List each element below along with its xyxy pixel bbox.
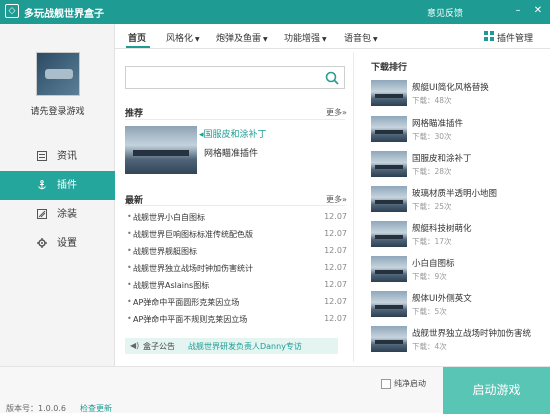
recommend-item[interactable]: 网格瞄准插件 [204, 146, 258, 159]
speaker-icon: ◀) [130, 341, 140, 350]
plugin-thumbnail[interactable] [371, 291, 407, 317]
plugin-thumbnail[interactable] [371, 326, 407, 352]
grid-icon [484, 31, 494, 41]
sidebar-item-label: 插件 [57, 180, 77, 191]
download-item[interactable]: 舰艇科技树萌化 下载：17次 [371, 221, 541, 257]
plugin-thumbnail[interactable] [371, 80, 407, 106]
sidebar-item-label: 涂装 [57, 209, 77, 220]
download-item[interactable]: 玻璃材质半透明小地图 下载：25次 [371, 186, 541, 222]
title-bar: ◇ 多玩战舰世界盒子 意见反馈 – ✕ [0, 0, 550, 24]
column-divider [353, 52, 354, 362]
recommend-item[interactable]: ◂国服皮和涂补丁 [199, 127, 267, 140]
gear-icon [37, 238, 47, 248]
download-ranking-title: 下载排行 [371, 63, 408, 73]
tab-voice-packs[interactable]: 语音包 ▼ [344, 31, 378, 44]
sidebar: 请先登录游戏 资讯 插件 涂装 设置 [0, 24, 115, 366]
download-item[interactable]: 网格瞄准插件 下载：30次 [371, 116, 541, 152]
bottom-bar: 版本号：1.0.0.6 检查更新 纯净启动 启动游戏 [0, 366, 550, 414]
app-title: 多玩战舰世界盒子 [24, 9, 104, 20]
list-item[interactable]: • 战舰世界独立战场时钟加伤害统计 12.07 [125, 261, 347, 277]
sidebar-item-label: 设置 [57, 238, 77, 249]
recommend-thumbnail[interactable] [125, 126, 197, 174]
login-prompt[interactable]: 请先登录游戏 [0, 104, 115, 117]
start-game-button[interactable]: 启动游戏 [443, 367, 550, 414]
close-button[interactable]: ✕ [530, 3, 546, 19]
plugin-thumbnail[interactable] [371, 116, 407, 142]
tab-stylized[interactable]: 风格化 ▼ [166, 31, 200, 44]
download-item[interactable]: 国服皮和涂补丁 下载：28次 [371, 151, 541, 187]
divider [125, 119, 345, 120]
list-item[interactable]: • AP弹命中平面不规则克莱因立场 12.07 [125, 312, 347, 328]
download-item[interactable]: 舰艇UI简化风格替换 下载：48次 [371, 80, 541, 116]
plugin-thumbnail[interactable] [371, 256, 407, 282]
plugin-manager-button[interactable]: 插件管理 [497, 31, 533, 44]
download-item[interactable]: 小白自图标 下载：9次 [371, 256, 541, 292]
list-item[interactable]: • 战舰世界舰艇图标 12.07 [125, 244, 347, 260]
list-item[interactable]: • 战舰世界巨响图标标准传统配色版 12.07 [125, 227, 347, 243]
feedback-link[interactable]: 意见反馈 [427, 6, 463, 19]
search-input[interactable] [130, 70, 320, 85]
sidebar-item-skins[interactable]: 涂装 [0, 200, 115, 229]
sidebar-item-label: 资讯 [57, 151, 77, 162]
plugin-thumbnail[interactable] [371, 151, 407, 177]
sidebar-item-plugins[interactable]: 插件 [0, 171, 115, 200]
list-item[interactable]: • 战舰世界Aslains图标 12.07 [125, 278, 347, 294]
active-tab-indicator [126, 46, 150, 48]
news-icon [37, 151, 47, 161]
pure-start-label: 纯净启动 [394, 379, 426, 388]
plugin-thumbnail[interactable] [371, 186, 407, 212]
list-item[interactable]: • 战舰世界小白自图标 12.07 [125, 210, 347, 226]
notice-link[interactable]: 战舰世界研发负责人Danny专访 [188, 341, 302, 352]
latest-more-link[interactable]: 更多» [326, 194, 347, 205]
download-item[interactable]: 舰体UI外侧英文 下载：5次 [371, 291, 541, 327]
plugin-thumbnail[interactable] [371, 221, 407, 247]
list-item[interactable]: • AP弹命中平面圆形克莱因立场 12.07 [125, 295, 347, 311]
minimize-button[interactable]: – [510, 3, 526, 19]
tab-home[interactable]: 首页 [128, 31, 146, 44]
search-icon[interactable] [325, 71, 339, 85]
sidebar-item-settings[interactable]: 设置 [0, 229, 115, 258]
sidebar-item-news[interactable]: 资讯 [0, 142, 115, 171]
notice-label: 盒子公告 [143, 342, 175, 351]
paint-icon [37, 209, 47, 219]
anchor-icon [38, 180, 46, 190]
tab-shells-torpedoes[interactable]: 炮弹及鱼雷 ▼ [216, 31, 268, 44]
pure-start-checkbox[interactable] [381, 379, 391, 389]
divider [125, 205, 345, 206]
recommend-more-link[interactable]: 更多» [326, 107, 347, 118]
search-box[interactable] [125, 66, 345, 89]
version-label: 版本号：1.0.0.6 [6, 404, 66, 413]
check-update-link[interactable]: 检查更新 [80, 403, 112, 414]
app-logo-icon: ◇ [5, 4, 19, 18]
download-item[interactable]: 战舰世界独立战场时钟加伤害统 下载：4次 [371, 326, 541, 362]
avatar[interactable] [36, 52, 80, 96]
recommend-title: 推荐 [125, 109, 144, 119]
notice-bar: ◀) 盒子公告 战舰世界研发负责人Danny专访 [125, 338, 338, 354]
tab-enhancements[interactable]: 功能增强 ▼ [284, 31, 327, 44]
